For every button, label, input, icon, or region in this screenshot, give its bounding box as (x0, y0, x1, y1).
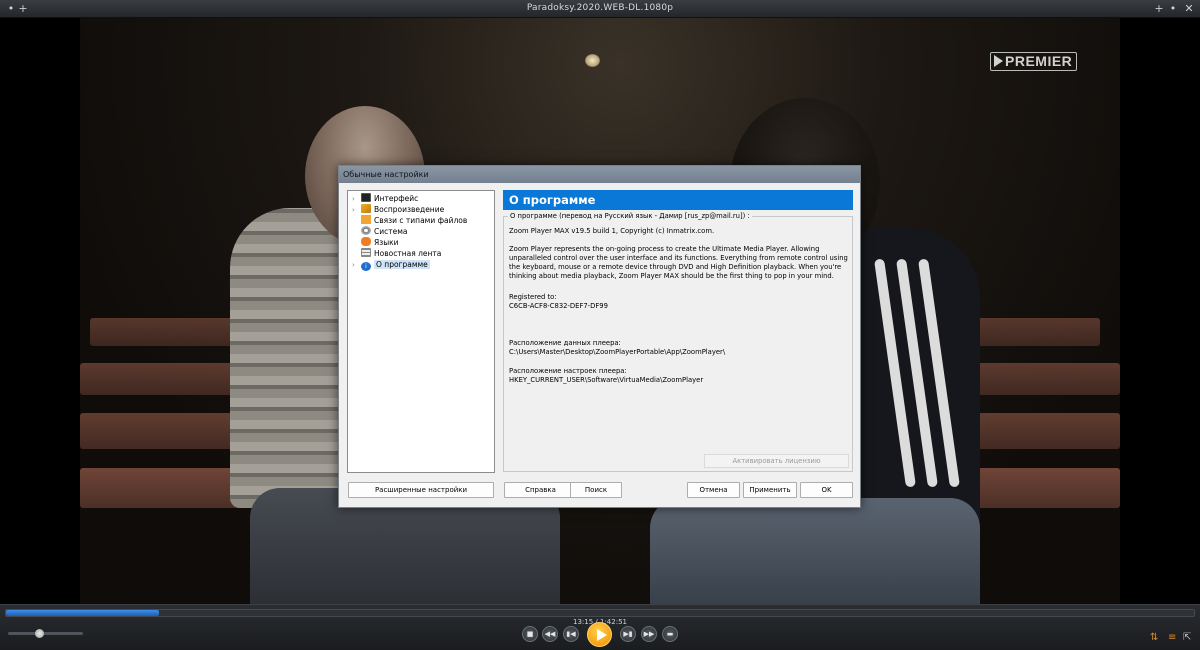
gear-icon (361, 226, 371, 235)
folder-icon: ▬ (666, 630, 674, 638)
language-icon (361, 237, 371, 246)
close-button[interactable]: ✕ (1182, 2, 1196, 16)
minimize-button[interactable]: • (1166, 2, 1180, 16)
previous-button[interactable]: ▮◀ (563, 626, 579, 642)
about-caption: О программе (перевод на Русский язык - Д… (508, 212, 752, 220)
description-text: Zoom Player represents the on-going proc… (509, 245, 848, 280)
registered-label: Registered to: (509, 293, 557, 301)
file-links-icon (361, 215, 371, 224)
expand-arrow-icon[interactable]: › (352, 260, 361, 271)
open-file-button[interactable]: ▬ (662, 626, 678, 642)
title-bar: • + Paradoksy.2020.WEB-DL.1080p + • ✕ (0, 0, 1200, 18)
play-icon (597, 629, 607, 641)
tree-item-about[interactable]: › i О программе (352, 259, 430, 271)
equalizer-icon[interactable]: ≡ (1168, 632, 1176, 643)
maximize-button[interactable]: + (1152, 2, 1166, 16)
info-icon: i (361, 262, 371, 271)
stop-button[interactable]: ■ (522, 626, 538, 642)
cancel-button[interactable]: Отмена (687, 482, 740, 498)
tree-item-file-associations[interactable]: Связи с типами файлов (352, 215, 467, 226)
window-title: Paradoksy.2020.WEB-DL.1080p (526, 3, 674, 13)
stop-icon: ■ (526, 630, 534, 638)
version-text: Zoom Player MAX v19.5 build 1, Copyright… (509, 227, 715, 235)
seek-bar[interactable] (5, 609, 1195, 617)
registration-key: C6CB-ACF8-C832-DEF7-DF99 (509, 302, 608, 310)
skip-forward-icon: ▶▮ (623, 630, 633, 638)
volume-slider[interactable] (8, 632, 83, 635)
settings-dialog: Обычные настройки › Интерфейс › Воспроизве… (338, 165, 861, 508)
fast-forward-button[interactable]: ▶▶ (641, 626, 657, 642)
ok-button[interactable]: OK (800, 482, 853, 498)
swap-arrows-icon[interactable]: ⇅ (1150, 632, 1158, 643)
settings-location-path: HKEY_CURRENT_USER\Software\VirtuaMedia\Z… (509, 376, 704, 384)
monitor-icon (361, 193, 371, 202)
tree-item-news-feed[interactable]: Новостная лента (352, 248, 441, 259)
control-bar: 13:15 / 1:42:51 ■ ◀◀ ▮◀ ▶▮ ▶▶ ▬ ⇅ ≡ ⇱ (0, 604, 1200, 650)
panel-header: О программе (503, 190, 853, 210)
rewind-icon: ◀◀ (544, 630, 556, 638)
channel-logo: PREMIER (990, 52, 1078, 71)
tree-item-system[interactable]: Система (352, 226, 407, 237)
tree-item-interface[interactable]: › Интерфейс (352, 193, 418, 204)
volume-knob[interactable] (35, 629, 44, 638)
data-location-path: C:\Users\Master\Desktop\ZoomPlayerPortab… (509, 348, 726, 356)
search-button[interactable]: Поиск (570, 482, 622, 498)
activate-license-button[interactable]: Активировать лицензию (704, 454, 849, 468)
tree-item-playback[interactable]: › Воспроизведение (352, 204, 444, 215)
fast-forward-icon: ▶▶ (643, 630, 655, 638)
settings-tree: › Интерфейс › Воспроизведение Связи с типа… (347, 190, 495, 473)
dialog-title[interactable]: Обычные настройки (339, 166, 860, 183)
play-pencil-icon (361, 204, 371, 213)
about-group-box: О программе (перевод на Русский язык - Д… (503, 212, 853, 472)
settings-location-label: Расположение настроек плеера: (509, 367, 627, 375)
data-location-label: Расположение данных плеера: (509, 339, 621, 347)
apply-button[interactable]: Применить (743, 482, 797, 498)
fullscreen-icon[interactable]: ⇱ (1183, 632, 1191, 643)
moon-light (585, 54, 600, 67)
next-button[interactable]: ▶▮ (620, 626, 636, 642)
person-right-legs (650, 498, 980, 604)
seek-progress (6, 610, 160, 616)
help-button[interactable]: Справка (504, 482, 577, 498)
play-triangle-icon (994, 55, 1003, 67)
news-feed-icon (361, 248, 371, 257)
tree-item-languages[interactable]: Языки (352, 237, 399, 248)
play-button[interactable] (587, 622, 612, 647)
rewind-button[interactable]: ◀◀ (542, 626, 558, 642)
skip-back-icon: ▮◀ (566, 630, 576, 638)
advanced-settings-button[interactable]: Расширенные настройки (348, 482, 494, 498)
